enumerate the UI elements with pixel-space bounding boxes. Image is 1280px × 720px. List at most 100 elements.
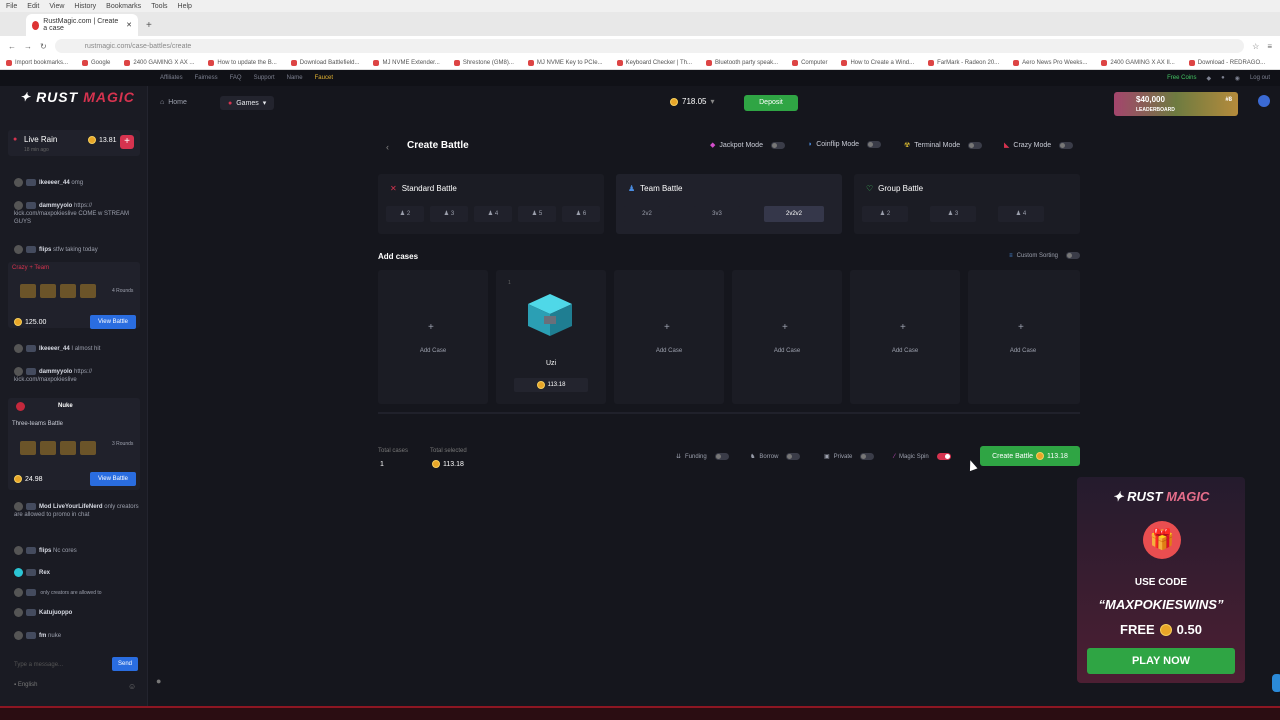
link-faucet[interactable]: Faucet <box>315 75 333 81</box>
leaderboard-banner[interactable]: $40,000 LEADERBOARD #8 <box>1114 92 1238 116</box>
add-case-slot[interactable]: + Add Case <box>968 270 1080 404</box>
bookmark-item[interactable]: MJ NVME Extender... <box>373 59 440 66</box>
add-case-slot[interactable]: + Add Case <box>378 270 488 404</box>
play-now-button[interactable]: PLAY NOW <box>1087 648 1235 674</box>
add-case-slot[interactable]: + Add Case <box>732 270 842 404</box>
menu-view[interactable]: View <box>49 3 64 10</box>
bookmark-item[interactable]: How to update the B... <box>208 59 277 66</box>
bookmark-item[interactable]: Computer <box>792 59 827 66</box>
bookmark-item[interactable]: How to Create a Wind... <box>841 59 914 66</box>
crazy-mode-toggle[interactable]: ◣ Crazy Mode <box>1004 141 1074 149</box>
player-count-2[interactable]: ♟ 2 <box>386 206 424 222</box>
discord-icon[interactable]: ● <box>1221 75 1225 81</box>
team-option-2v2[interactable]: 2v2 <box>624 206 670 222</box>
steam-icon[interactable]: ◉ <box>1235 75 1240 82</box>
bookmark-item[interactable]: Import bookmarks... <box>6 59 68 66</box>
private-toggle[interactable]: ▣ Private <box>824 453 875 460</box>
send-button[interactable]: Send <box>112 657 138 671</box>
bookmark-star-icon[interactable]: ☆ <box>1252 42 1259 51</box>
menu-bookmarks[interactable]: Bookmarks <box>106 3 141 10</box>
live-rain-panel[interactable]: ● Live Rain 18 min ago 13.81 + <box>8 130 140 156</box>
view-battle-button[interactable]: View Battle <box>90 472 136 486</box>
magic-spin-toggle[interactable]: ⁄ Magic Spin <box>894 453 951 460</box>
promo-banner[interactable]: ✦ RUST MAGIC 🎁 USE CODE “MAXPOKIESWINS” … <box>1077 477 1245 683</box>
bookmark-item[interactable]: Aero News Pro Weeks... <box>1013 59 1087 66</box>
reload-icon[interactable]: ↻ <box>40 42 47 51</box>
bookmark-item[interactable]: Download - REDRAGO... <box>1188 59 1265 66</box>
toggle-switch[interactable] <box>1059 141 1074 149</box>
bookmark-item[interactable]: Keyboard Checker | Th... <box>616 59 692 66</box>
bookmark-item[interactable]: MJ NVME Key to PCIe... <box>527 59 603 66</box>
group-count-3[interactable]: ♟ 3 <box>930 206 976 222</box>
nav-games[interactable]: ● Games ▾ <box>220 96 275 110</box>
menu-help[interactable]: Help <box>178 3 192 10</box>
bookmark-item[interactable]: 2400 GAMING X AX II... <box>1101 59 1175 66</box>
player-count-4[interactable]: ♟ 4 <box>474 206 512 222</box>
url-field[interactable]: rustmagic.com/case-battles/create <box>54 39 1245 53</box>
jackpot-mode-toggle[interactable]: ◆ Jackpot Mode <box>710 141 785 149</box>
chat-input[interactable]: Type a message... <box>14 658 104 672</box>
site-logo[interactable]: ✦ RUST MAGIC <box>20 86 135 108</box>
toggle-switch[interactable] <box>936 453 951 460</box>
funding-toggle[interactable]: ⇊ Funding <box>676 453 729 460</box>
terminal-mode-toggle[interactable]: ☢ Terminal Mode <box>904 141 983 149</box>
link-affiliates[interactable]: Affiliates <box>160 75 183 81</box>
free-coins-link[interactable]: Free Coins <box>1167 75 1196 81</box>
menu-edit[interactable]: Edit <box>27 3 39 10</box>
toggle-switch[interactable] <box>968 141 983 149</box>
nav-home[interactable]: ⌂ Home <box>160 99 187 106</box>
browser-tab[interactable]: RustMagic.com | Create a case ✕ <box>26 14 138 36</box>
back-chevron-icon[interactable]: ‹ <box>386 142 389 152</box>
team-option-2v2v2[interactable]: 2v2v2 <box>764 206 824 222</box>
selected-case-slot[interactable]: 1 Uzi 113.18 <box>496 270 606 404</box>
borrow-toggle[interactable]: ♞ Borrow <box>750 453 801 460</box>
bookmark-item[interactable]: 2400 GAMING X AX ... <box>124 59 194 66</box>
coinflip-mode-toggle[interactable]: ◗ Coinflip Mode <box>808 141 882 148</box>
twitter-icon[interactable]: ◆ <box>1206 75 1211 82</box>
add-case-slot[interactable]: + Add Case <box>614 270 724 404</box>
player-count-6[interactable]: ♟ 6 <box>562 206 600 222</box>
rain-add-button[interactable]: + <box>120 135 134 149</box>
custom-sorting-toggle[interactable]: ≡ Custom Sorting <box>1009 252 1080 259</box>
add-case-slot[interactable]: + Add Case <box>850 270 960 404</box>
bookmark-item[interactable]: Download Battlefield... <box>290 59 359 66</box>
back-arrow-icon[interactable]: ← <box>8 42 16 51</box>
emoji-icon[interactable]: ☺ <box>128 682 136 691</box>
forward-arrow-icon[interactable]: → <box>24 42 32 51</box>
toggle-switch[interactable] <box>714 453 729 460</box>
toggle-switch[interactable] <box>770 141 785 149</box>
bookmark-item[interactable]: FarMark - Radeon 20... <box>928 59 999 66</box>
link-fairness[interactable]: Fairness <box>195 75 218 81</box>
toggle-switch[interactable] <box>1066 252 1080 259</box>
bookmark-item[interactable]: Bluetooth party speak... <box>706 59 778 66</box>
profile-avatar[interactable] <box>1258 95 1270 107</box>
link-name[interactable]: Name <box>287 75 303 81</box>
tab-close-icon[interactable]: ✕ <box>126 21 132 29</box>
team-option-3v3[interactable]: 3v3 <box>694 206 740 222</box>
toggle-switch[interactable] <box>786 453 801 460</box>
user-balance[interactable]: 718.05 ▾ <box>670 97 714 106</box>
chat-bubble-icon[interactable]: ● <box>156 676 161 686</box>
deposit-button[interactable]: Deposit <box>744 95 798 111</box>
player-count-5[interactable]: ♟ 5 <box>518 206 556 222</box>
new-tab-icon[interactable]: + <box>138 20 160 36</box>
help-widget-icon[interactable] <box>1272 674 1280 692</box>
team-battle-card[interactable]: ♟ Team Battle 2v2 3v3 2v2v2 <box>616 174 842 234</box>
menu-file[interactable]: File <box>6 3 17 10</box>
bookmark-item[interactable]: Shrestone (GM8)... <box>453 59 514 66</box>
menu-history[interactable]: History <box>74 3 96 10</box>
group-battle-card[interactable]: ♡ Group Battle ♟ 2 ♟ 3 ♟ 4 <box>854 174 1080 234</box>
group-count-2[interactable]: ♟ 2 <box>862 206 908 222</box>
toggle-switch[interactable] <box>860 453 875 460</box>
bookmark-item[interactable]: Google <box>82 59 110 66</box>
view-battle-button[interactable]: View Battle <box>90 315 136 329</box>
link-support[interactable]: Support <box>254 75 275 81</box>
link-faq[interactable]: FAQ <box>230 75 242 81</box>
menu-tools[interactable]: Tools <box>151 3 167 10</box>
group-count-4[interactable]: ♟ 4 <box>998 206 1044 222</box>
toggle-switch[interactable] <box>867 141 882 148</box>
logout-link[interactable]: Log out <box>1250 75 1270 81</box>
menu-icon[interactable]: ≡ <box>1267 42 1272 51</box>
standard-battle-card[interactable]: ✕ Standard Battle ♟ 2 ♟ 3 ♟ 4 ♟ 5 ♟ 6 <box>378 174 604 234</box>
player-count-3[interactable]: ♟ 3 <box>430 206 468 222</box>
